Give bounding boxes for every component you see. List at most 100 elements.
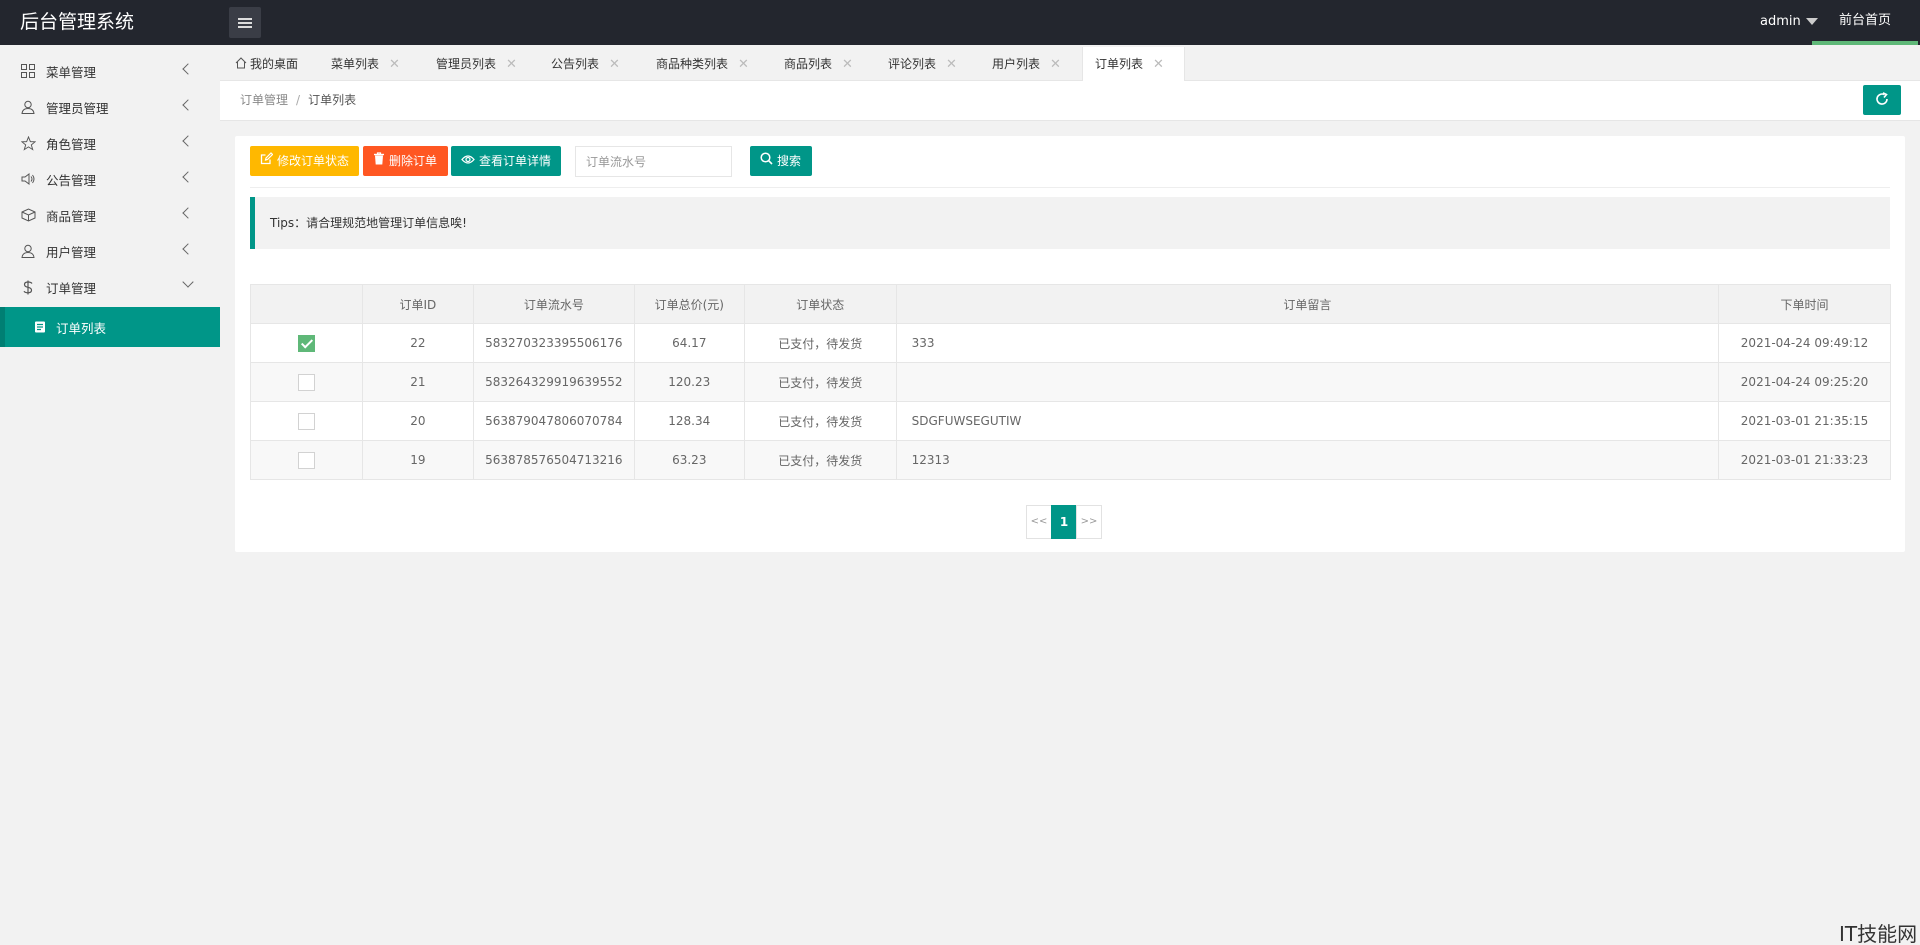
close-icon[interactable]: ✕ — [738, 57, 749, 72]
column-header[interactable]: 订单留言 — [895, 284, 1720, 324]
row-checkbox[interactable] — [297, 451, 315, 469]
tab-desktop[interactable]: 我的桌面 — [235, 47, 298, 81]
table-row[interactable]: 20 563879047806070784 128.34 已支付，待发货 SDG… — [250, 401, 1891, 441]
sidebar-item-role[interactable]: 角色管理 — [0, 125, 220, 161]
tab-user-list[interactable]: 用户列表 ✕ — [992, 47, 1061, 81]
close-icon[interactable]: ✕ — [842, 57, 853, 72]
close-icon[interactable]: ✕ — [609, 57, 620, 72]
chevron-left-icon — [182, 63, 194, 75]
column-header[interactable]: 下单时间 — [1718, 284, 1891, 324]
order-serial-search-input[interactable] — [575, 146, 732, 177]
sidebar-toggle-button[interactable] — [229, 7, 261, 38]
sidebar-item-label: 商品管理 — [46, 208, 97, 224]
sidebar-item-label: 公告管理 — [46, 172, 97, 188]
chevron-left-icon — [182, 207, 194, 219]
row-checkbox[interactable] — [297, 412, 315, 430]
cell-order-total: 64.17 — [633, 323, 745, 363]
cell-order-serial: 563879047806070784 — [472, 401, 635, 441]
eye-icon — [461, 146, 479, 176]
row-select-cell — [250, 323, 363, 363]
sidebar-item-notice[interactable]: 公告管理 — [0, 161, 220, 197]
select-column-header — [250, 284, 363, 324]
sidebar-item-label: 角色管理 — [46, 136, 97, 152]
tab-goods-category-list[interactable]: 商品种类列表 ✕ — [656, 47, 749, 81]
refresh-button[interactable] — [1863, 85, 1901, 115]
column-header[interactable]: 订单状态 — [743, 284, 897, 324]
cell-order-total: 120.23 — [633, 362, 745, 402]
trash-icon — [373, 146, 389, 176]
row-select-cell — [250, 362, 363, 402]
table-row[interactable]: 21 583264329919639552 120.23 已支付，待发货 202… — [250, 362, 1891, 402]
tab-label: 评论列表 — [888, 57, 937, 71]
table-row[interactable]: 22 583270323395506176 64.17 已支付，待发货 333 … — [250, 323, 1891, 363]
close-icon[interactable]: ✕ — [506, 57, 517, 72]
tab-bar: 我的桌面 菜单列表 ✕ 管理员列表 ✕ 公告列表 ✕ 商品种类列表 ✕ 商品列表 ✕ 评论… — [220, 45, 1920, 82]
tab-comment-list[interactable]: 评论列表 ✕ — [888, 47, 957, 81]
edit-order-status-button[interactable]: 修改订单状态 — [250, 146, 359, 176]
sidebar-item-label: 订单管理 — [46, 280, 97, 296]
breadcrumb-bar: 订单管理 / 订单列表 — [220, 81, 1920, 121]
sidebar-subitem-order-list[interactable]: 订单列表 — [0, 307, 220, 347]
chevron-left-icon — [182, 171, 194, 183]
order-list-card: 修改订单状态 删除订单 查看订单详情 搜索 Tips：请合理规范地管理订单信息唉… — [235, 136, 1905, 552]
column-header[interactable]: 订单总价(元) — [633, 284, 745, 324]
sidebar-item-user[interactable]: 用户管理 — [0, 233, 220, 269]
column-header[interactable]: 订单流水号 — [472, 284, 635, 324]
tab-label: 商品种类列表 — [656, 57, 729, 71]
cell-order-status: 已支付，待发货 — [743, 401, 897, 441]
divider — [250, 187, 1890, 188]
breadcrumb-parent[interactable]: 订单管理 — [240, 93, 288, 107]
box-icon — [18, 208, 38, 222]
view-order-detail-button[interactable]: 查看订单详情 — [451, 146, 561, 176]
close-icon[interactable]: ✕ — [1050, 57, 1061, 72]
table-row[interactable]: 19 563878576504713216 63.23 已支付，待发货 1231… — [250, 440, 1891, 480]
close-icon[interactable]: ✕ — [1153, 57, 1164, 72]
page-number-current[interactable]: 1 — [1051, 505, 1077, 539]
sidebar: 菜单管理 管理员管理 角色管理 公告管理 商品管理 用户管理 订单管理 订单列表 — [0, 45, 220, 945]
cell-order-time: 2021-04-24 09:25:20 — [1718, 362, 1891, 402]
prev-page-button[interactable]: << — [1026, 505, 1052, 539]
close-icon[interactable]: ✕ — [389, 57, 400, 72]
tab-admin-list[interactable]: 管理员列表 ✕ — [436, 47, 517, 81]
sidebar-item-menu[interactable]: 菜单管理 — [0, 53, 220, 89]
cell-order-id: 21 — [361, 362, 474, 402]
cell-order-time: 2021-04-24 09:49:12 — [1718, 323, 1891, 363]
user-icon — [18, 100, 38, 114]
search-icon — [760, 146, 777, 176]
tab-label: 管理员列表 — [436, 57, 497, 71]
close-icon[interactable]: ✕ — [946, 57, 957, 72]
search-button[interactable]: 搜索 — [750, 146, 812, 176]
button-label: 修改订单状态 — [277, 154, 350, 168]
column-header[interactable]: 订单ID — [361, 284, 474, 324]
tab-label: 订单列表 — [1095, 57, 1144, 71]
cell-order-status: 已支付，待发货 — [743, 440, 897, 480]
delete-order-button[interactable]: 删除订单 — [363, 146, 448, 176]
row-checkbox[interactable] — [297, 334, 315, 352]
home-icon — [235, 57, 250, 71]
tab-label: 菜单列表 — [331, 57, 380, 71]
chevron-left-icon — [182, 135, 194, 147]
breadcrumb: 订单管理 / 订单列表 — [240, 81, 356, 119]
document-icon — [34, 321, 46, 333]
order-table: 订单ID 订单流水号 订单总价(元) 订单状态 订单留言 下单时间 22 583… — [250, 284, 1891, 480]
row-checkbox[interactable] — [297, 373, 315, 391]
row-select-cell — [250, 440, 363, 480]
tab-notice-list[interactable]: 公告列表 ✕ — [551, 47, 620, 81]
sidebar-item-order[interactable]: 订单管理 — [0, 269, 220, 305]
tab-label: 用户列表 — [992, 57, 1041, 71]
cell-order-total: 128.34 — [633, 401, 745, 441]
user-menu[interactable]: admin — [1760, 0, 1818, 44]
tab-goods-list[interactable]: 商品列表 ✕ — [784, 47, 853, 81]
breadcrumb-separator: / — [296, 93, 301, 107]
next-page-button[interactable]: >> — [1076, 505, 1102, 539]
tips-box: Tips：请合理规范地管理订单信息唉! — [250, 197, 1890, 249]
sidebar-item-goods[interactable]: 商品管理 — [0, 197, 220, 233]
chevron-left-icon — [182, 99, 194, 111]
menu-icon — [238, 17, 252, 28]
sidebar-item-admin[interactable]: 管理员管理 — [0, 89, 220, 125]
tab-order-list[interactable]: 订单列表 ✕ — [1082, 47, 1185, 82]
tab-menu-list[interactable]: 菜单列表 ✕ — [331, 47, 400, 81]
front-home-link[interactable]: 前台首页 — [1812, 0, 1918, 45]
chevron-left-icon — [182, 243, 194, 255]
app-logo[interactable]: 后台管理系统 — [20, 0, 134, 44]
